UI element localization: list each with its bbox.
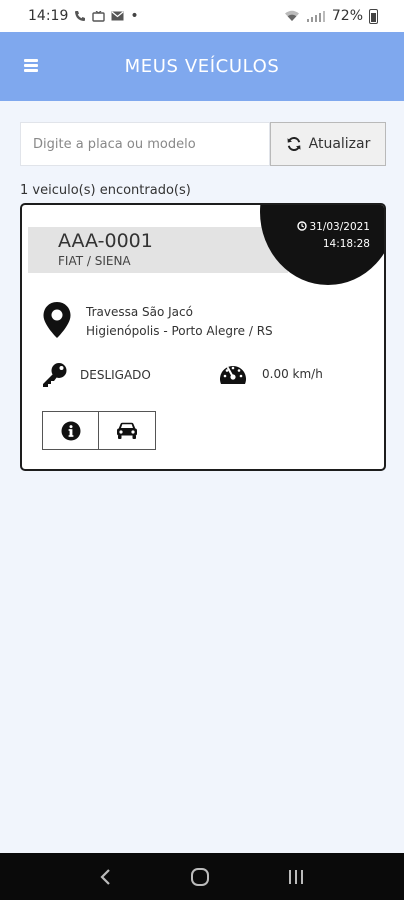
refresh-button[interactable]: Atualizar — [270, 122, 386, 166]
vehicle-card[interactable]: AAA-0001 FIAT / SIENA 31/03/2021 14:18:2… — [20, 203, 386, 471]
recents-icon[interactable] — [287, 868, 305, 886]
mail-icon — [111, 11, 124, 21]
car-icon — [117, 422, 137, 439]
vehicle-plate: AAA-0001 — [58, 230, 153, 252]
info-button[interactable] — [42, 411, 99, 450]
battery-icon — [369, 8, 378, 24]
speed-status: 0.00 km/h — [218, 362, 323, 386]
address-city: Higienópolis - Porto Alegre / RS — [86, 324, 273, 338]
refresh-icon — [287, 137, 301, 151]
status-time: 14:19 — [28, 8, 69, 24]
vehicle-model: FIAT / SIENA — [58, 254, 131, 268]
status-right: 72% — [284, 8, 378, 24]
status-left: 14:19 • — [28, 8, 139, 24]
update-time: 14:18:28 — [322, 238, 370, 250]
refresh-label: Atualizar — [308, 136, 371, 152]
call-icon — [75, 11, 86, 21]
page-title: MEUS VEÍCULOS — [124, 56, 280, 77]
key-icon — [43, 363, 67, 387]
results-count: 1 veiculo(s) encontrado(s) — [20, 183, 191, 198]
back-icon[interactable] — [99, 868, 113, 886]
home-icon[interactable] — [190, 867, 210, 887]
clock-icon — [297, 221, 308, 231]
speedometer-icon — [220, 366, 246, 384]
update-date: 31/03/2021 — [309, 221, 370, 233]
system-nav-bar — [0, 853, 404, 900]
address-street: Travessa São Jacó — [86, 305, 193, 319]
battery-percent: 72% — [331, 8, 363, 24]
dot-icon: • — [130, 8, 139, 24]
vehicle-address: Travessa São Jacó Higienópolis - Porto A… — [42, 301, 273, 341]
signal-icon — [306, 11, 325, 22]
menu-icon[interactable] — [24, 59, 38, 72]
info-icon — [61, 421, 80, 440]
app-header: MEUS VEÍCULOS — [0, 32, 404, 101]
search-row: Atualizar — [20, 122, 386, 166]
tv-icon — [92, 10, 106, 22]
ignition-label: DESLIGADO — [80, 368, 151, 382]
status-bar: 14:19 • 72% — [0, 0, 404, 32]
wifi-icon — [284, 10, 299, 21]
card-actions — [42, 411, 156, 450]
plate-band: AAA-0001 FIAT / SIENA — [28, 227, 288, 273]
address-lines: Travessa São Jacó Higienópolis - Porto A… — [86, 303, 273, 341]
timestamp-text: 31/03/2021 14:18:28 — [297, 219, 370, 253]
speed-label: 0.00 km/h — [262, 367, 323, 381]
car-button[interactable] — [99, 411, 156, 450]
search-input[interactable] — [20, 122, 270, 166]
ignition-status: DESLIGADO — [40, 362, 151, 388]
location-pin-icon — [43, 302, 71, 338]
